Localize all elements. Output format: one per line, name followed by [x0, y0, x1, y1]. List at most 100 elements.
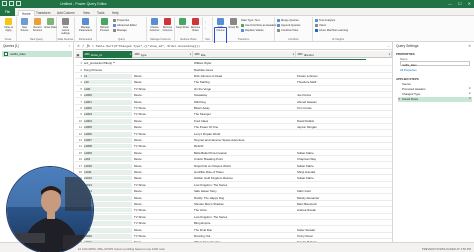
save-icon[interactable] — [2, 1, 7, 6]
table-cell[interactable]: Movie — [134, 74, 192, 78]
table-cell[interactable]: wvt_productionTitle(s) ** — [84, 61, 134, 65]
table-cell[interactable]: Ruddy: The Happy Dog — [194, 196, 295, 200]
column-filter-icon[interactable]: ▾ — [293, 53, 294, 56]
table-cell[interactable]: Movie — [134, 228, 192, 232]
commit-formula-icon[interactable]: ✓ — [82, 44, 85, 48]
group-by-button[interactable]: Group By — [227, 18, 240, 34]
table-cell[interactable]: Wild Dog — [194, 100, 295, 104]
table-cell[interactable]: Tonny Dixon — [297, 234, 391, 238]
table-cell[interactable]: TV Show — [134, 215, 192, 219]
table-cell[interactable]: s1001 — [84, 99, 132, 104]
recent-sources-button[interactable]: Recent Sources — [31, 18, 44, 34]
close-settings-button[interactable]: ✕ — [468, 44, 471, 48]
tab-file[interactable]: File — [0, 8, 15, 16]
table-cell[interactable]: Ninja Kids vs Octopus World — [194, 164, 295, 168]
table-cell[interactable]: Movie — [134, 202, 192, 206]
table-cell[interactable]: Movie — [134, 157, 192, 161]
table-cell[interactable]: Blown Away — [194, 106, 295, 110]
table-cell[interactable]: Kiefer Stewart — [297, 228, 391, 232]
table-cell[interactable]: Rebirth — [194, 144, 295, 148]
table-cell[interactable]: Fred Claus — [194, 119, 295, 123]
table-cell[interactable]: On the Verge — [194, 87, 295, 91]
advanced-editor-button[interactable]: Advanced Editor — [113, 23, 137, 28]
new-source-button[interactable]: New Source — [18, 18, 31, 34]
table-cell[interactable]: Movie — [134, 138, 192, 142]
table-cell[interactable]: The Starling — [194, 80, 295, 84]
table-cell[interactable]: Untold: Breaking Point — [194, 157, 295, 161]
table-cell[interactable]: Movie — [134, 164, 192, 168]
table-cell[interactable]: s1007 — [84, 137, 132, 142]
table-cell[interactable]: Bling Empire — [194, 221, 295, 225]
column-filter-icon[interactable]: ▾ — [130, 53, 131, 56]
table-cell[interactable]: s1006 — [84, 131, 132, 136]
table-cell[interactable]: The Power Of One — [194, 125, 295, 129]
table-cell[interactable]: Lost Kingdom: The Series — [194, 183, 295, 187]
table-cell[interactable]: Movie — [134, 196, 192, 200]
table-cell[interactable]: Safe Haven Story — [194, 189, 295, 193]
table-cell[interactable]: Movie — [134, 170, 192, 174]
applied-step[interactable]: Changed Type ⚙ — [398, 92, 472, 97]
merge-queries-button[interactable]: Merge Queries — [277, 18, 299, 23]
undo-icon[interactable] — [9, 1, 14, 6]
table-cell[interactable]: s1014 — [84, 189, 132, 194]
formula-input[interactable]: = Table.Sort(#"Changed Type",{{"show_id"… — [92, 45, 386, 48]
table-cell[interactable]: David Dobkin — [297, 119, 391, 123]
table-cell[interactable]: s1012 — [84, 176, 132, 181]
choose-columns-button[interactable]: Choose Columns — [148, 18, 161, 34]
sort-ascending-button[interactable]: ↑ — [205, 20, 206, 25]
table-cell[interactable]: Movie — [134, 100, 192, 104]
vision-button[interactable]: Vision — [315, 23, 326, 28]
table-cell[interactable]: s100 — [84, 86, 132, 91]
applied-step[interactable]: Promoted Headers ⚙ — [398, 87, 472, 92]
table-cell[interactable]: Slender Man's Shadow — [194, 202, 295, 206]
step-settings-icon[interactable]: ⚙ — [469, 97, 471, 100]
text-analytics-button[interactable]: Text Analytics — [315, 18, 335, 23]
table-cell[interactable]: TV Show — [134, 208, 192, 212]
table-cell[interactable]: Movie — [134, 176, 192, 180]
applied-step[interactable]: Source — [398, 82, 472, 87]
table-cell[interactable]: Hidden Gold Kingdom Rescue — [194, 176, 295, 180]
table-cell[interactable]: Movie — [134, 125, 192, 129]
table-cell[interactable]: s1004 — [84, 118, 132, 123]
append-queries-button[interactable]: Append Queries — [277, 23, 300, 28]
column-filter-icon[interactable]: ▾ — [389, 53, 390, 56]
minimize-button[interactable]: — — [448, 1, 452, 6]
table-cell[interactable]: TV Show — [134, 234, 192, 238]
table-cell[interactable]: Jayson Morgan — [297, 125, 391, 129]
table-cell[interactable]: Godzilla: Rise of Titans — [194, 170, 295, 174]
use-first-row-button[interactable]: Use First Row as Headers — [241, 23, 276, 28]
table-cell[interactable]: Marc Bienstock — [297, 202, 391, 206]
table-cell[interactable]: s1009 — [84, 150, 132, 155]
table-cell[interactable]: The Voice — [194, 208, 295, 212]
manage-button[interactable]: Manage — [113, 28, 127, 33]
table-cell[interactable]: Sultan Kabre — [297, 164, 391, 168]
table-cell[interactable]: Kirsten Johnson — [297, 74, 391, 78]
table-cell[interactable]: TV Show — [134, 183, 192, 187]
close-apply-button[interactable]: Close & Apply — [2, 18, 15, 34]
table-cell[interactable]: Sultan Kabre — [297, 176, 391, 180]
remove-rows-button[interactable]: Remove Rows — [189, 18, 202, 34]
table-cell[interactable]: Theodore Melfi — [297, 80, 391, 84]
replace-values-button[interactable]: Replace Values — [241, 28, 264, 33]
column-filter-icon[interactable]: ▾ — [190, 53, 191, 56]
table-cell[interactable]: s1003 — [84, 112, 132, 117]
combine-files-button[interactable]: Combine Files — [277, 28, 298, 33]
table-cell[interactable]: s102 — [84, 227, 132, 232]
step-settings-icon[interactable]: ⚙ — [469, 87, 471, 90]
table-cell[interactable]: Sultan Kabre — [297, 151, 391, 155]
redo-icon[interactable] — [16, 1, 21, 6]
table-cell[interactable]: Ahmed Hassan — [297, 100, 391, 104]
cancel-formula-icon[interactable]: ✕ — [77, 44, 80, 48]
table-cell[interactable]: s1000 — [84, 93, 132, 98]
table-cell[interactable]: Movie — [134, 93, 192, 97]
table-cell[interactable]: s10 — [84, 80, 132, 85]
table-cell[interactable]: s1002 — [84, 105, 132, 110]
table-cell[interactable]: Tom Cruise — [297, 106, 391, 110]
enter-data-button[interactable]: Enter Data — [44, 18, 57, 34]
manage-parameters-button[interactable]: Manage Parameters — [79, 18, 92, 34]
query-name-input[interactable]: netflix_titles — [400, 61, 470, 67]
remove-columns-button[interactable]: Remove Columns — [161, 18, 174, 34]
table-cell[interactable]: The Stranger — [194, 112, 295, 116]
refresh-preview-button[interactable]: Refresh Preview — [98, 18, 111, 34]
applied-step[interactable]: ✕ Sorted Rows ⚙ — [398, 97, 472, 102]
